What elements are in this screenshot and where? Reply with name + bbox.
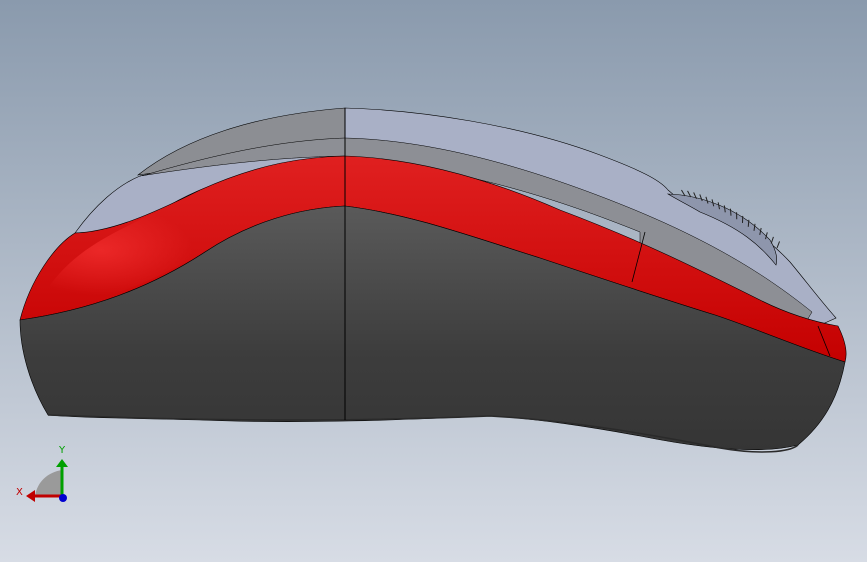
scroll-wheel-tooth — [729, 208, 732, 216]
triad-y-label: Y — [59, 445, 66, 456]
triad-x-label: X — [16, 487, 23, 498]
cad-viewport[interactable]: Y X — [0, 0, 867, 562]
triad-z-axis-dot — [59, 494, 67, 502]
scroll-wheel-tooth — [747, 219, 750, 227]
cad-scene[interactable] — [0, 0, 867, 562]
